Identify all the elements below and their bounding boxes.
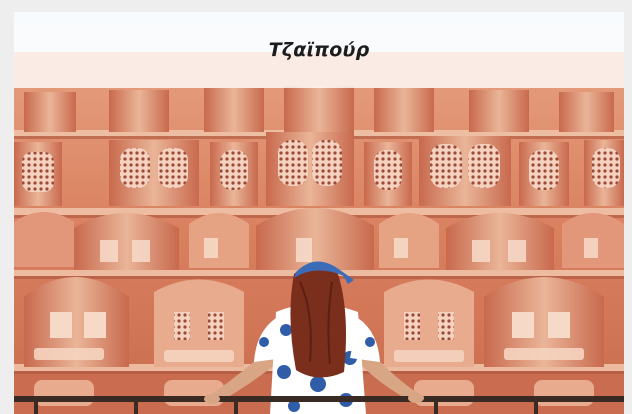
title-banner: Τζαϊπούρ [14,12,624,88]
destination-card[interactable]: Τζαϊπούρ [14,12,624,414]
destination-title: Τζαϊπούρ [268,39,370,61]
